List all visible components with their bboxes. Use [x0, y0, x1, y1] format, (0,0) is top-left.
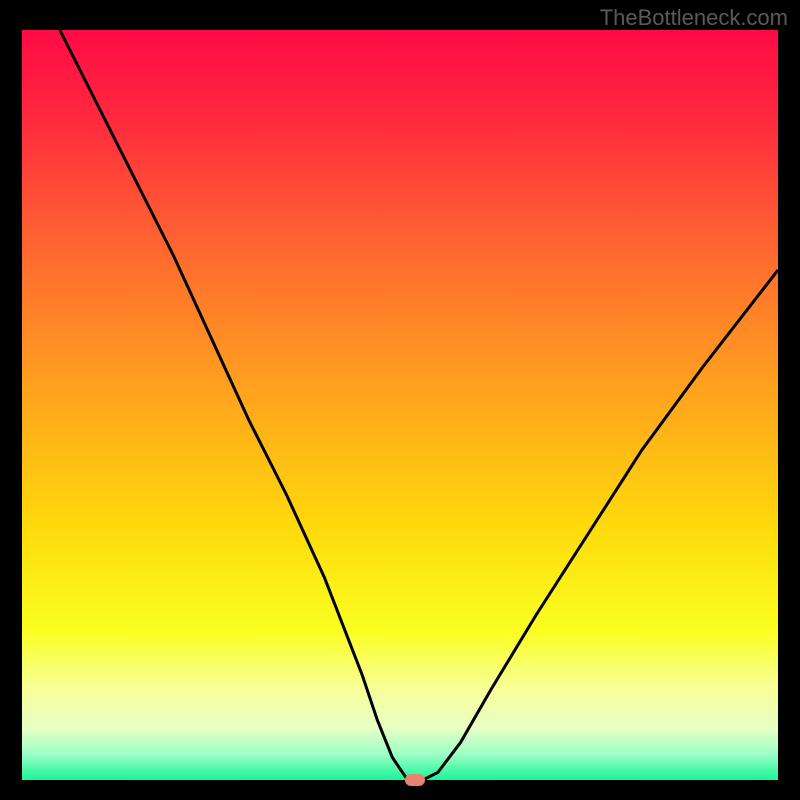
chart-container: TheBottleneck.com [0, 0, 800, 800]
chart-svg [22, 30, 778, 780]
watermark-text: TheBottleneck.com [600, 5, 788, 31]
plot-area [22, 30, 778, 780]
optimal-point-marker [405, 774, 425, 786]
gradient-background [22, 30, 778, 780]
